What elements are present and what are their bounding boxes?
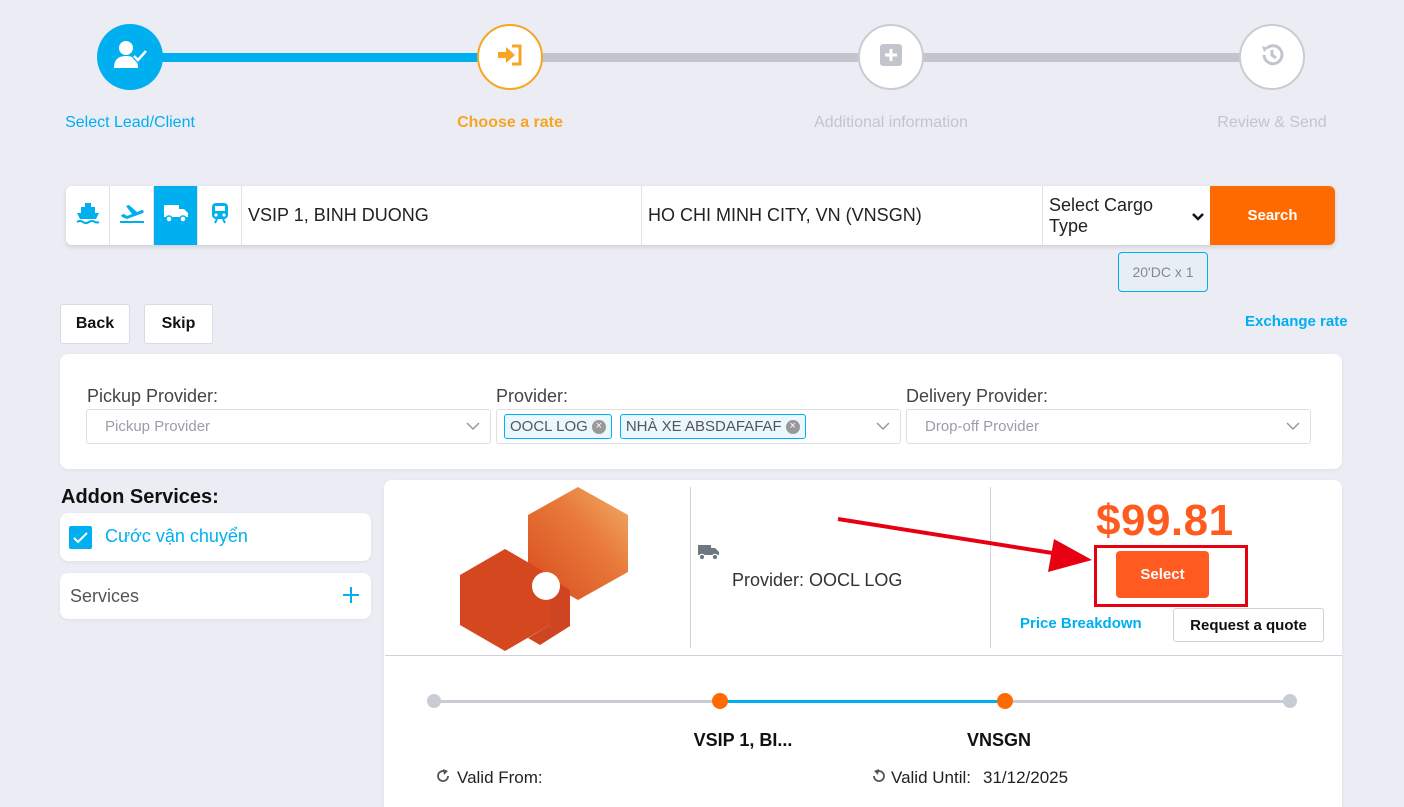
route-segment-pickup xyxy=(440,700,720,703)
addon-checkbox-row[interactable]: Cước vận chuyển xyxy=(60,513,371,561)
provider-select[interactable]: OOCL LOG × NHÀ XE ABSDAFAFAF × xyxy=(496,409,901,444)
checkbox[interactable] xyxy=(69,526,92,549)
step-4-circle[interactable] xyxy=(1239,24,1305,90)
stepper-progress-pending xyxy=(540,53,860,62)
provider-logo xyxy=(450,486,630,656)
back-button[interactable]: Back xyxy=(60,304,130,344)
services-label: Services xyxy=(70,586,140,606)
chevron-down-icon xyxy=(1192,205,1204,226)
annotation-arrow xyxy=(837,517,1092,572)
plane-icon xyxy=(119,202,145,229)
route-end-dot xyxy=(1283,694,1297,708)
search-button[interactable]: Search xyxy=(1210,186,1335,245)
pickup-provider-select[interactable]: Pickup Provider xyxy=(86,409,491,444)
redo-icon xyxy=(437,768,451,789)
truck-icon xyxy=(697,543,720,566)
step-2-circle[interactable] xyxy=(477,24,543,90)
step-2-label: Choose a rate xyxy=(457,114,563,131)
delivery-provider-select[interactable]: Drop-off Provider xyxy=(906,409,1311,444)
history-icon xyxy=(1259,42,1285,73)
user-check-icon xyxy=(113,40,148,75)
valid-from-label: Valid From: xyxy=(457,768,543,787)
exchange-rate-link[interactable]: Exchange rate xyxy=(1245,313,1348,330)
divider xyxy=(385,655,1342,656)
stepper-progress-pending xyxy=(922,53,1242,62)
chevron-down-icon xyxy=(466,419,480,437)
rate-price: $99.81 xyxy=(1096,496,1234,545)
mode-rail-button[interactable] xyxy=(198,186,242,245)
step-1-label: Select Lead/Client xyxy=(65,114,195,131)
route-destination-dot xyxy=(997,693,1013,709)
origin-input[interactable]: VSIP 1, BINH DUONG xyxy=(242,186,642,245)
addon-services-title: Addon Services: xyxy=(61,486,219,508)
route-origin-label: VSIP 1, BI... xyxy=(693,730,793,750)
step-3-label: Additional information xyxy=(814,114,968,131)
route-origin-dot xyxy=(712,693,728,709)
provider-tag[interactable]: NHÀ XE ABSDAFAFAF × xyxy=(619,414,806,439)
sign-in-icon xyxy=(497,44,523,71)
truck-icon xyxy=(163,203,189,228)
annotation-highlight-box xyxy=(1094,545,1248,607)
check-icon xyxy=(73,531,88,543)
addon-checkbox-label: Cước vận chuyển xyxy=(105,526,248,546)
delivery-provider-placeholder: Drop-off Provider xyxy=(925,418,1039,435)
step-4-label: Review & Send xyxy=(1217,114,1327,131)
skip-button[interactable]: Skip xyxy=(144,304,213,344)
delivery-provider-label: Delivery Provider: xyxy=(906,386,1049,406)
cargo-type-select[interactable]: Select Cargo Type xyxy=(1043,186,1210,245)
cargo-type-value: Select Cargo Type xyxy=(1049,194,1154,236)
provider-tag[interactable]: OOCL LOG × xyxy=(504,414,612,439)
services-panel[interactable]: Services xyxy=(60,573,371,619)
chevron-down-icon xyxy=(876,419,890,437)
request-quote-button[interactable]: Request a quote xyxy=(1173,608,1324,642)
train-icon xyxy=(211,202,229,229)
container-badge[interactable]: 20'DC x 1 xyxy=(1118,252,1208,292)
route-segment-delivery xyxy=(1006,700,1290,703)
step-1-circle[interactable] xyxy=(97,24,163,90)
valid-until-label: Valid Until: xyxy=(891,768,971,787)
route-destination-label: VNSGN xyxy=(966,730,1031,750)
mode-truck-button[interactable] xyxy=(154,186,198,245)
pickup-provider-label: Pickup Provider: xyxy=(87,386,219,406)
route-start-dot xyxy=(427,694,441,708)
price-breakdown-link[interactable]: Price Breakdown xyxy=(1020,615,1142,632)
mode-sea-button[interactable] xyxy=(66,186,110,245)
divider xyxy=(690,487,691,648)
valid-until-value: 31/12/2025 xyxy=(983,768,1069,787)
plus-icon[interactable] xyxy=(342,586,360,609)
ship-icon xyxy=(75,202,100,229)
plus-square-icon xyxy=(880,43,902,71)
mode-air-button[interactable] xyxy=(110,186,154,245)
stepper-progress-done xyxy=(160,53,480,62)
destination-input[interactable]: HO CHI MINH CITY, VN (VNSGN) xyxy=(642,186,1043,245)
chevron-down-icon xyxy=(1286,419,1300,437)
step-3-circle[interactable] xyxy=(858,24,924,90)
remove-tag-icon[interactable]: × xyxy=(591,419,606,434)
pickup-provider-placeholder: Pickup Provider xyxy=(105,418,211,435)
provider-label: Provider: xyxy=(496,386,569,406)
undo-icon xyxy=(871,768,885,789)
search-bar: VSIP 1, BINH DUONG HO CHI MINH CITY, VN … xyxy=(66,186,1335,245)
remove-tag-icon[interactable]: × xyxy=(785,419,800,434)
route-segment-main xyxy=(722,700,1005,703)
